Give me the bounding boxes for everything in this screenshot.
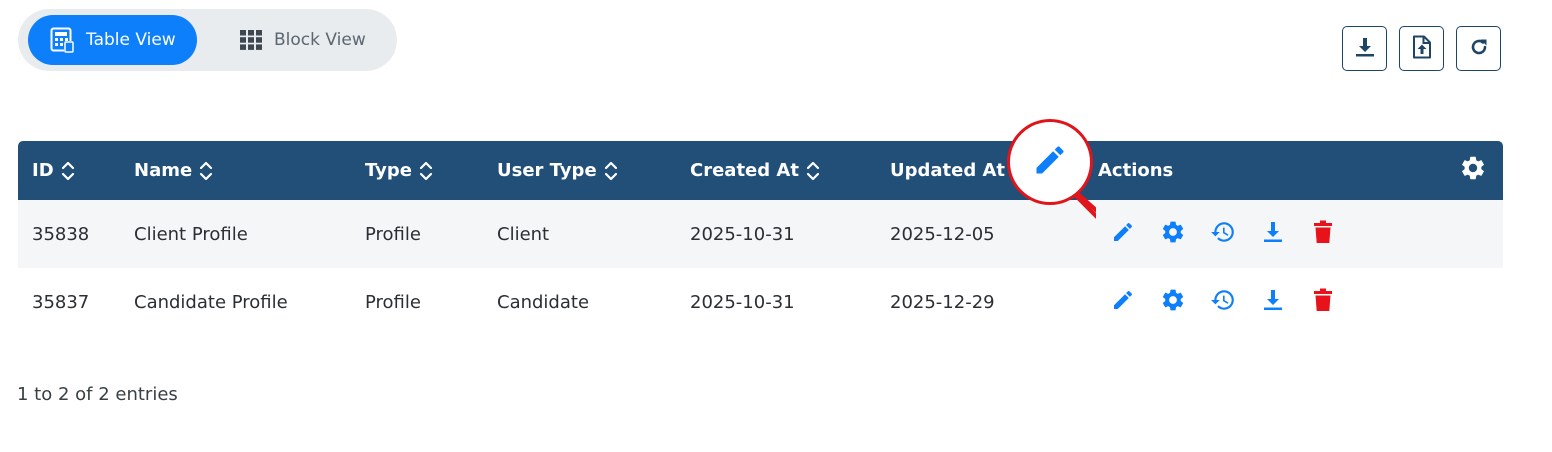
column-label: Created At <box>690 160 799 181</box>
column-header-name[interactable]: Name <box>134 141 213 200</box>
history-icon <box>1210 287 1236 318</box>
table-calculator-icon <box>50 27 74 53</box>
table-row: 35838 Client Profile Profile Client 2025… <box>18 200 1503 268</box>
table-header: ID Name Type User Type Created At Update… <box>18 141 1503 200</box>
cell-id: 35838 <box>32 223 90 245</box>
row-actions <box>1110 268 1360 336</box>
sort-icon <box>604 160 618 182</box>
cell-created-at: 2025-10-31 <box>690 291 795 313</box>
settings-button[interactable] <box>1160 221 1186 247</box>
sort-icon <box>419 160 433 182</box>
sort-icon <box>806 160 820 182</box>
upload-button[interactable] <box>1399 26 1444 71</box>
cell-name: Candidate Profile <box>134 291 288 313</box>
cell-type: Profile <box>365 223 421 245</box>
data-table: ID Name Type User Type Created At Update… <box>18 141 1503 336</box>
column-header-updated-at[interactable]: Updated At <box>890 141 1005 200</box>
pencil-icon <box>1111 288 1135 317</box>
download-row-button[interactable] <box>1260 221 1286 247</box>
view-toggle: Table View Block View <box>18 9 397 71</box>
column-label: ID <box>32 160 54 181</box>
cell-user-type: Candidate <box>497 291 590 313</box>
cell-created-at: 2025-10-31 <box>690 223 795 245</box>
pencil-icon <box>1111 220 1135 249</box>
block-view-label: Block View <box>274 30 366 50</box>
download-icon <box>1262 288 1284 317</box>
cell-updated-at: 2025-12-05 <box>890 223 995 245</box>
cell-id: 35837 <box>32 291 90 313</box>
history-button[interactable] <box>1210 289 1236 315</box>
trash-icon <box>1312 288 1334 317</box>
column-label: Type <box>365 160 412 181</box>
sort-icon <box>61 160 75 182</box>
table-row: 35837 Candidate Profile Profile Candidat… <box>18 268 1503 336</box>
sort-icon <box>199 160 213 182</box>
column-header-type[interactable]: Type <box>365 141 433 200</box>
download-button[interactable] <box>1342 26 1387 71</box>
gear-icon <box>1160 287 1186 318</box>
column-label: Updated At <box>890 160 1006 181</box>
refresh-icon <box>1468 36 1490 62</box>
history-icon <box>1210 219 1236 250</box>
column-label: Actions <box>1098 160 1174 181</box>
gear-icon <box>1160 219 1186 250</box>
block-view-button[interactable]: Block View <box>223 15 393 65</box>
settings-button[interactable] <box>1160 289 1186 315</box>
column-header-user-type[interactable]: User Type <box>497 141 618 200</box>
column-label: Name <box>134 160 193 181</box>
history-button[interactable] <box>1210 221 1236 247</box>
download-icon <box>1354 36 1376 62</box>
delete-button[interactable] <box>1310 220 1336 249</box>
upload-file-icon <box>1412 35 1432 63</box>
row-actions <box>1110 200 1360 268</box>
download-row-button[interactable] <box>1260 289 1286 315</box>
refresh-button[interactable] <box>1456 26 1501 71</box>
cell-type: Profile <box>365 291 421 313</box>
column-header-created-at[interactable]: Created At <box>690 141 820 200</box>
gear-icon <box>1459 154 1487 187</box>
column-settings-button[interactable] <box>1459 141 1487 200</box>
entries-info: 1 to 2 of 2 entries <box>17 384 178 405</box>
cell-name: Client Profile <box>134 223 248 245</box>
column-label: User Type <box>497 160 597 181</box>
table-view-button[interactable]: Table View <box>28 15 197 65</box>
delete-button[interactable] <box>1310 288 1336 317</box>
cell-user-type: Client <box>497 223 550 245</box>
table-view-label: Table View <box>86 30 176 50</box>
trash-icon <box>1312 220 1334 249</box>
column-header-id[interactable]: ID <box>32 141 75 200</box>
edit-button[interactable] <box>1110 289 1136 315</box>
edit-button[interactable] <box>1110 221 1136 247</box>
grid-icon <box>240 30 262 50</box>
column-header-actions: Actions <box>1098 141 1173 200</box>
download-icon <box>1262 220 1284 249</box>
cell-updated-at: 2025-12-29 <box>890 291 995 313</box>
